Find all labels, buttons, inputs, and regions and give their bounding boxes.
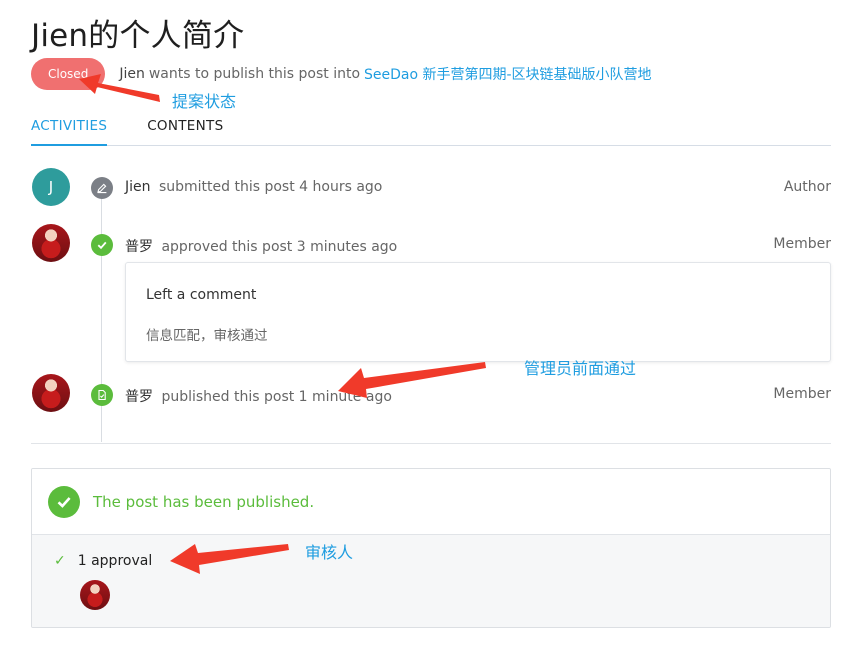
success-check-icon <box>48 485 80 518</box>
comment-card: Left a comment 信息匹配，审核通过 <box>125 262 831 362</box>
page-title: Jien的个人简介 <box>31 18 245 54</box>
role-label: Member <box>773 236 831 252</box>
comment-title: Left a comment <box>146 287 257 303</box>
role-label: Member <box>773 386 831 402</box>
approval-count: 1 approval <box>77 553 153 569</box>
avatar[interactable]: J <box>32 168 70 206</box>
post-meta: Closed Jien wants to publish this post i… <box>31 58 652 90</box>
timeline-action: published this post 1 minute ago <box>161 389 392 405</box>
comment-body: 信息匹配，审核通过 <box>146 328 268 344</box>
author-name[interactable]: Jien <box>119 66 145 82</box>
timeline-entry-published: 普罗 published this post 1 minute ago <box>125 386 392 406</box>
timeline-entry-submitted: Jien submitted this post 4 hours ago <box>125 179 382 195</box>
avatar[interactable] <box>32 374 70 412</box>
divider <box>31 443 831 444</box>
timeline-user[interactable]: Jien <box>125 179 151 195</box>
approval-count-row: ✓ 1 approval <box>54 553 152 569</box>
annotation-status: 提案状态 <box>172 92 237 111</box>
status-badge: Closed <box>31 58 106 90</box>
approvals-section: ✓ 1 approval <box>32 535 830 627</box>
timeline-action: submitted this post 4 hours ago <box>158 179 383 195</box>
tab-bar: ACTIVITIES CONTENTS <box>31 110 831 146</box>
meta-description: wants to publish this post into <box>148 66 361 82</box>
publish-status-card: The post has been published. ✓ 1 approva… <box>31 468 831 628</box>
publish-status-message: The post has been published. <box>93 492 315 511</box>
timeline-user[interactable]: 普罗 <box>125 389 153 405</box>
annotation-admin: 管理员前面通过 <box>524 359 637 378</box>
timeline-action: approved this post 3 minutes ago <box>161 239 398 255</box>
avatar[interactable] <box>32 224 70 262</box>
annotation-reviewer: 审核人 <box>305 543 354 562</box>
approver-avatar[interactable] <box>80 580 110 610</box>
role-label: Author <box>783 179 831 195</box>
timeline-user[interactable]: 普罗 <box>125 239 153 255</box>
check-icon <box>91 234 113 256</box>
tab-contents[interactable]: CONTENTS <box>147 110 223 146</box>
pencil-icon <box>91 177 113 199</box>
target-space-link[interactable]: SeeDao 新手营第四期-区块链基础版小队营地 <box>364 64 652 84</box>
publish-status-header: The post has been published. <box>32 469 830 535</box>
timeline-entry-approved: 普罗 approved this post 3 minutes ago <box>125 236 397 256</box>
document-icon <box>91 384 113 406</box>
approval-check-icon: ✓ <box>54 553 66 569</box>
tab-activities[interactable]: ACTIVITIES <box>31 110 108 146</box>
